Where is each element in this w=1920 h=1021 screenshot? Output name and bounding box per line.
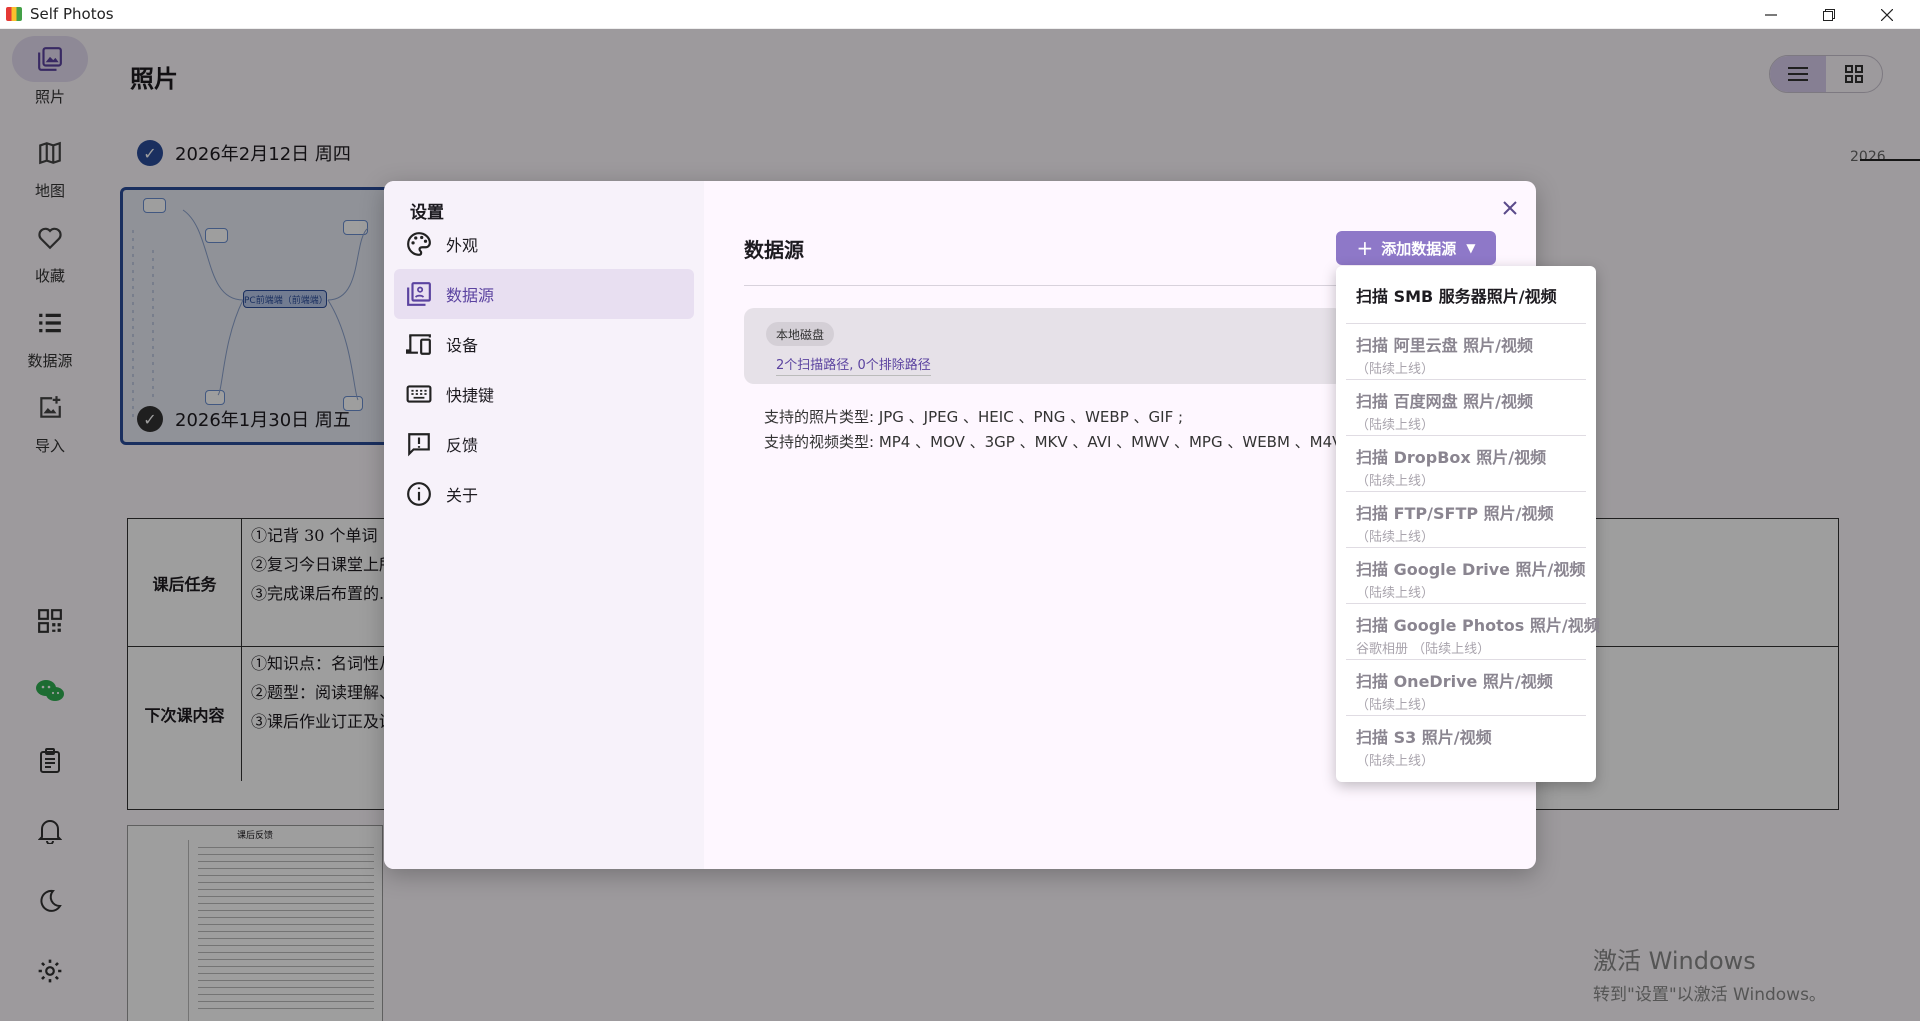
settings-nav-label: 快捷键 — [446, 386, 495, 405]
menu-list: 扫描 阿里云盘 照片/视频 （陆续上线） 扫描 百度网盘 照片/视频 （陆续上线） 扫描… — [1346, 324, 1600, 772]
feedback-icon — [408, 433, 430, 457]
menu-item[interactable]: 扫描 FTP/SFTP 照片/视频 （陆续上线） — [1346, 492, 1586, 548]
menu-item[interactable]: 扫描 Google Photos 照片/视频谷歌相册 （陆续上线） — [1346, 604, 1600, 660]
settings-nav-datasource[interactable]: 数据源 — [394, 269, 694, 319]
settings-nav-feedback[interactable]: 反馈 — [394, 419, 694, 469]
info-icon — [407, 482, 431, 506]
palette-icon — [407, 232, 431, 256]
photo-types: 支持的照片类型: JPG 、JPEG 、HEIC 、PNG 、WEBP 、GIF… — [764, 408, 1184, 426]
add-datasource-button[interactable]: + 添加数据源 ▼ — [1336, 231, 1496, 265]
settings-nav-label: 反馈 — [446, 436, 479, 455]
settings-sidebar: 设置 外观 数据源 设备 快捷键 反馈 关于 — [384, 181, 704, 869]
settings-nav-label: 外观 — [446, 236, 479, 255]
supported-types: 支持的照片类型: JPG 、JPEG 、HEIC 、PNG 、WEBP 、GIF… — [764, 405, 1342, 455]
menu-item[interactable]: 扫描 阿里云盘 照片/视频 （陆续上线） — [1346, 324, 1586, 380]
menu-item-label: 扫描 DropBox 照片/视频 — [1356, 448, 1547, 467]
close-window-button[interactable] — [1858, 0, 1916, 29]
menu-item-label: 扫描 S3 照片/视频 — [1356, 728, 1492, 747]
settings-nav-devices[interactable]: 设备 — [394, 319, 694, 369]
menu-item-label: 扫描 Google Drive 照片/视频 — [1356, 560, 1586, 579]
add-datasource-label: 添加数据源 — [1381, 239, 1457, 258]
datasource-type-chip: 本地磁盘 — [766, 322, 835, 346]
menu-item-label: 扫描 阿里云盘 照片/视频 — [1356, 336, 1533, 355]
menu-item-sub: （陆续上线） — [1356, 418, 1435, 433]
menu-item-label: 扫描 百度网盘 照片/视频 — [1356, 392, 1533, 411]
close-icon — [1503, 201, 1517, 215]
menu-item-sub: （陆续上线） — [1356, 698, 1435, 713]
window-title: Self Photos — [30, 5, 114, 23]
restore-button[interactable] — [1800, 0, 1858, 29]
menu-item-label: 扫描 FTP/SFTP 照片/视频 — [1356, 504, 1554, 523]
minimize-button[interactable] — [1742, 0, 1800, 29]
close-icon — [1881, 8, 1893, 21]
menu-item-sub: （陆续上线） — [1356, 530, 1435, 545]
menu-item-label: 扫描 Google Photos 照片/视频 — [1356, 616, 1600, 635]
settings-nav-shortcuts[interactable]: 快捷键 — [394, 369, 694, 419]
settings-nav-label: 设备 — [446, 336, 479, 355]
title-bar: Self Photos — [0, 0, 1920, 29]
settings-nav-appearance[interactable]: 外观 — [394, 219, 694, 269]
menu-item[interactable]: 扫描 DropBox 照片/视频 （陆续上线） — [1346, 436, 1586, 492]
add-datasource-menu: 扫描 SMB 服务器照片/视频 扫描 阿里云盘 照片/视频 （陆续上线） 扫描 百度… — [1336, 266, 1600, 782]
settings-nav-label: 关于 — [446, 486, 479, 505]
video-types: 支持的视频类型: MP4 、MOV 、3GP 、MKV 、AVI 、MWV 、M… — [764, 433, 1343, 451]
app-logo-icon — [6, 7, 22, 21]
datasource-card[interactable]: 本地磁盘 2个扫描路径, 0个排除路径 — [744, 308, 1344, 384]
menu-item-sub: 谷歌相册 （陆续上线） — [1356, 642, 1491, 657]
close-dialog-button[interactable] — [1495, 193, 1525, 223]
menu-item-sub: （陆续上线） — [1356, 754, 1435, 769]
menu-item[interactable]: 扫描 Google Drive 照片/视频 （陆续上线） — [1346, 548, 1586, 604]
keyboard-icon — [406, 385, 432, 403]
menu-item[interactable]: 扫描 百度网盘 照片/视频 （陆续上线） — [1346, 380, 1586, 436]
minimize-icon — [1765, 13, 1777, 16]
devices-icon — [406, 334, 431, 355]
plus-icon: + — [1356, 236, 1374, 260]
menu-item[interactable]: 扫描 S3 照片/视频 （陆续上线） — [1346, 716, 1586, 772]
menu-item-label: 扫描 OneDrive 照片/视频 — [1356, 672, 1553, 691]
menu-item-smb[interactable]: 扫描 SMB 服务器照片/视频 — [1346, 266, 1586, 324]
settings-nav-about[interactable]: 关于 — [394, 469, 694, 519]
menu-item-sub: （陆续上线） — [1356, 362, 1435, 377]
menu-item[interactable]: 扫描 OneDrive 照片/视频 （陆续上线） — [1346, 660, 1586, 716]
chevron-down-icon: ▼ — [1466, 241, 1476, 255]
photo-library-icon — [407, 282, 431, 306]
section-title: 数据源 — [744, 238, 804, 262]
settings-nav-label: 数据源 — [446, 286, 495, 305]
menu-item-sub: （陆续上线） — [1356, 474, 1435, 489]
restore-icon — [1823, 8, 1835, 21]
menu-item-sub: （陆续上线） — [1356, 586, 1435, 601]
datasource-summary-link[interactable]: 2个扫描路径, 0个排除路径 — [776, 354, 931, 376]
